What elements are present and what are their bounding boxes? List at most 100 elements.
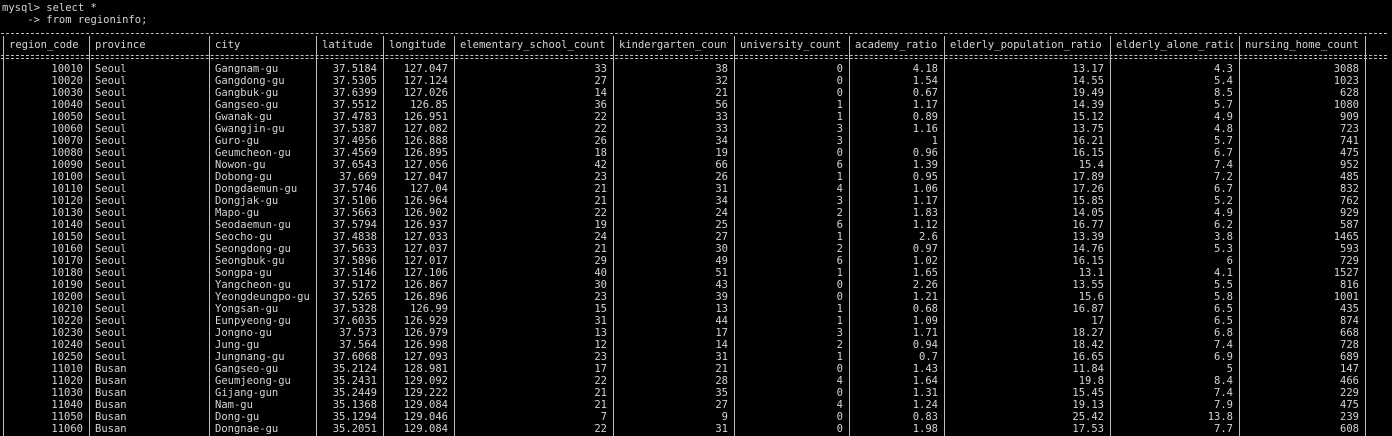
cell-longitude: 126.902 bbox=[403, 207, 448, 219]
cell-longitude: 127.093 bbox=[403, 351, 448, 363]
cell-academy-ratio: 0.89 bbox=[912, 111, 938, 123]
cell-elementary-school-count: 36 bbox=[594, 99, 607, 111]
cell-region-code: 10050 bbox=[51, 111, 83, 123]
cell-province: Seoul bbox=[95, 315, 127, 327]
cell-university-count: 0 bbox=[836, 423, 843, 435]
table-row: 10250 Seoul Jungnang-gu 37.6068 127.093 23 31 1… bbox=[0, 351, 1392, 363]
cell-academy-ratio: 1.31 bbox=[912, 387, 938, 399]
cell-university-count: 2 bbox=[836, 243, 843, 255]
cell-latitude: 35.2124 bbox=[332, 363, 377, 375]
cell-city: Geumcheon-gu bbox=[215, 147, 291, 159]
cell-university-count: 1 bbox=[836, 111, 843, 123]
cell-province: Seoul bbox=[95, 351, 127, 363]
table-row: 10060 Seoul Gwangjin-gu 37.5387 127.082 22 33 3… bbox=[0, 123, 1392, 135]
cell-latitude: 37.5896 bbox=[332, 255, 377, 267]
cell-academy-ratio: 1.16 bbox=[912, 123, 938, 135]
cell-longitude: 126.951 bbox=[403, 111, 448, 123]
cell-academy-ratio: 0.95 bbox=[912, 171, 938, 183]
cell-elderly-alone-ratio: 7.4 bbox=[1214, 159, 1233, 171]
cell-elementary-school-count: 13 bbox=[594, 327, 607, 339]
cell-region-code: 10220 bbox=[51, 315, 83, 327]
cell-province: Busan bbox=[95, 399, 127, 411]
cell-longitude: 127.047 bbox=[403, 171, 448, 183]
cell-longitude: 126.867 bbox=[403, 279, 448, 291]
cell-elementary-school-count: 21 bbox=[594, 195, 607, 207]
table-border-top bbox=[1, 33, 1387, 34]
cell-region-code: 10190 bbox=[51, 279, 83, 291]
cell-latitude: 37.6035 bbox=[332, 315, 377, 327]
cell-region-code: 10150 bbox=[51, 231, 83, 243]
cell-city: Gangseo-gu bbox=[215, 363, 279, 375]
cell-kindergarten-count: 51 bbox=[715, 267, 728, 279]
cell-university-count: 0 bbox=[836, 363, 843, 375]
cell-region-code: 10230 bbox=[51, 327, 83, 339]
cell-longitude: 129.084 bbox=[403, 399, 448, 411]
cell-elderly-alone-ratio: 4.9 bbox=[1214, 207, 1233, 219]
table-row: 10050 Seoul Gwanak-gu 37.4783 126.951 22 33 1 0.… bbox=[0, 111, 1392, 123]
cell-kindergarten-count: 31 bbox=[715, 351, 728, 363]
cell-province: Seoul bbox=[95, 303, 127, 315]
cell-nursing-home-count: 1465 bbox=[1333, 231, 1359, 243]
terminal-window[interactable]: mysql> select * -> from regioninfo; regi… bbox=[0, 0, 1392, 436]
cell-academy-ratio: 1.06 bbox=[912, 183, 938, 195]
cell-academy-ratio: 0.96 bbox=[912, 147, 938, 159]
cell-elderly-population-ratio: 17.89 bbox=[1072, 171, 1104, 183]
cell-academy-ratio: 0.67 bbox=[912, 87, 938, 99]
cell-academy-ratio: 1.12 bbox=[912, 219, 938, 231]
cell-longitude: 126.979 bbox=[403, 327, 448, 339]
table-row: 10140 Seoul Seodaemun-gu 37.5794 126.937 19 25… bbox=[0, 219, 1392, 231]
column-header-elementary-school-count: elementary_school_count bbox=[460, 39, 606, 51]
table-row: 10210 Seoul Yongsan-gu 37.5328 126.99 15 13 1 0.… bbox=[0, 303, 1392, 315]
cell-kindergarten-count: 28 bbox=[715, 375, 728, 387]
cell-longitude: 127.026 bbox=[403, 87, 448, 99]
cell-region-code: 10210 bbox=[51, 303, 83, 315]
cell-latitude: 37.6068 bbox=[332, 351, 377, 363]
column-header-university-count: university_count bbox=[740, 39, 842, 51]
cell-longitude: 127.124 bbox=[403, 75, 448, 87]
cell-region-code: 10120 bbox=[51, 195, 83, 207]
column-header-region-code: region_code bbox=[9, 39, 79, 51]
cell-university-count: 1 bbox=[836, 303, 843, 315]
cell-elderly-population-ratio: 14.55 bbox=[1072, 75, 1104, 87]
cell-academy-ratio: 1.02 bbox=[912, 255, 938, 267]
cell-longitude: 126.99 bbox=[410, 303, 448, 315]
cell-longitude: 127.056 bbox=[403, 159, 448, 171]
cell-elderly-alone-ratio: 7.4 bbox=[1214, 339, 1233, 351]
cell-university-count: 0 bbox=[836, 291, 843, 303]
cell-elementary-school-count: 22 bbox=[594, 375, 607, 387]
cell-longitude: 126.896 bbox=[403, 291, 448, 303]
cell-kindergarten-count: 49 bbox=[715, 255, 728, 267]
cell-longitude: 129.046 bbox=[403, 411, 448, 423]
cell-region-code: 11020 bbox=[51, 375, 83, 387]
cell-nursing-home-count: 909 bbox=[1340, 111, 1359, 123]
cell-city: Seongbuk-gu bbox=[215, 255, 285, 267]
cell-longitude: 126.85 bbox=[410, 99, 448, 111]
cell-city: Gijang-gun bbox=[215, 387, 279, 399]
cell-province: Seoul bbox=[95, 87, 127, 99]
table-row: 10100 Seoul Dobong-gu 37.669 127.047 23 26 1 0.9… bbox=[0, 171, 1392, 183]
cell-latitude: 37.5172 bbox=[332, 279, 377, 291]
cell-province: Seoul bbox=[95, 183, 127, 195]
cell-nursing-home-count: 952 bbox=[1340, 159, 1359, 171]
cell-academy-ratio: 1.65 bbox=[912, 267, 938, 279]
cell-latitude: 37.5746 bbox=[332, 183, 377, 195]
cell-latitude: 37.5106 bbox=[332, 195, 377, 207]
cell-elderly-population-ratio: 17 bbox=[1091, 315, 1104, 327]
cell-elderly-population-ratio: 16.15 bbox=[1072, 147, 1104, 159]
cell-elementary-school-count: 26 bbox=[594, 135, 607, 147]
cell-kindergarten-count: 66 bbox=[715, 159, 728, 171]
table-row: 11030 Busan Gijang-gun 35.2449 129.222 21 35 0 1… bbox=[0, 387, 1392, 399]
cell-elderly-population-ratio: 16.87 bbox=[1072, 303, 1104, 315]
cell-elementary-school-count: 18 bbox=[594, 147, 607, 159]
cell-city: Geumjeong-gu bbox=[215, 375, 291, 387]
cell-elderly-population-ratio: 18.27 bbox=[1072, 327, 1104, 339]
cell-longitude: 127.033 bbox=[403, 231, 448, 243]
cell-region-code: 11050 bbox=[51, 411, 83, 423]
cell-elementary-school-count: 22 bbox=[594, 123, 607, 135]
cell-university-count: 2 bbox=[836, 207, 843, 219]
cell-latitude: 37.4956 bbox=[332, 135, 377, 147]
cell-city: Gangdong-gu bbox=[215, 75, 285, 87]
cell-university-count: 1 bbox=[836, 351, 843, 363]
cell-elementary-school-count: 23 bbox=[594, 291, 607, 303]
cell-nursing-home-count: 1023 bbox=[1333, 75, 1359, 87]
